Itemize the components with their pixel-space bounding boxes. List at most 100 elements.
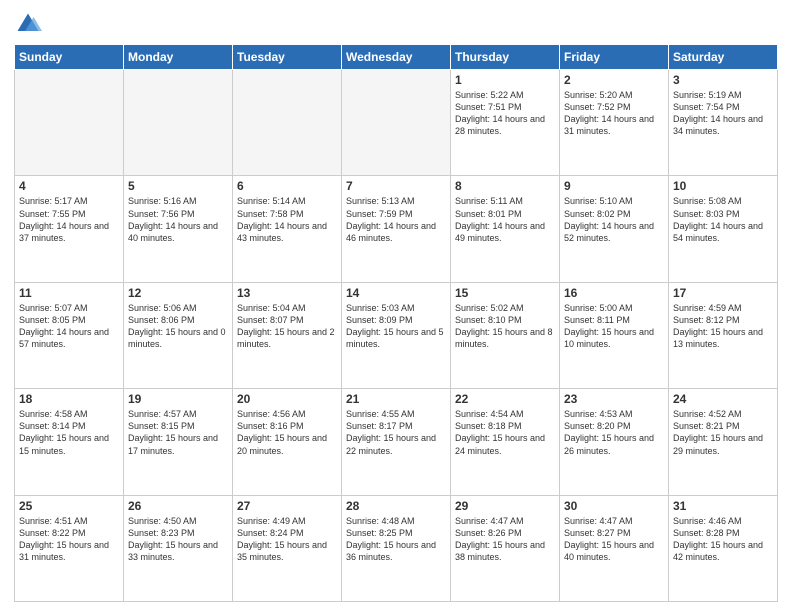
week-row-2: 4 Sunrise: 5:17 AM Sunset: 7:55 PM Daylig… [15,176,778,282]
day-number: 10 [673,179,773,193]
day-cell: 16 Sunrise: 5:00 AM Sunset: 8:11 PM Dayli… [560,282,669,388]
day-info: Sunrise: 5:20 AM Sunset: 7:52 PM Dayligh… [564,89,664,138]
day-info: Sunrise: 5:16 AM Sunset: 7:56 PM Dayligh… [128,195,228,244]
day-number: 9 [564,179,664,193]
page: SundayMondayTuesdayWednesdayThursdayFrid… [0,0,792,612]
day-info: Sunrise: 4:56 AM Sunset: 8:16 PM Dayligh… [237,408,337,457]
day-cell: 4 Sunrise: 5:17 AM Sunset: 7:55 PM Daylig… [15,176,124,282]
day-number: 17 [673,286,773,300]
day-info: Sunrise: 4:55 AM Sunset: 8:17 PM Dayligh… [346,408,446,457]
day-cell [15,70,124,176]
day-cell: 1Sunrise: 5:22 AM Sunset: 7:51 PM Daylig… [451,70,560,176]
day-number: 6 [237,179,337,193]
day-info: Sunrise: 5:14 AM Sunset: 7:58 PM Dayligh… [237,195,337,244]
day-cell: 2 Sunrise: 5:20 AM Sunset: 7:52 PM Daylig… [560,70,669,176]
day-info: Sunrise: 4:46 AM Sunset: 8:28 PM Dayligh… [673,515,773,564]
day-info: Sunrise: 4:50 AM Sunset: 8:23 PM Dayligh… [128,515,228,564]
day-cell: 19 Sunrise: 4:57 AM Sunset: 8:15 PM Dayli… [124,389,233,495]
day-number: 7 [346,179,446,193]
day-number: 8 [455,179,555,193]
day-info: Sunrise: 4:49 AM Sunset: 8:24 PM Dayligh… [237,515,337,564]
day-number: 18 [19,392,119,406]
day-cell: 17 Sunrise: 4:59 AM Sunset: 8:12 PM Dayli… [669,282,778,388]
day-number: 3 [673,73,773,87]
logo [14,10,44,38]
day-number: 4 [19,179,119,193]
day-cell: 8 Sunrise: 5:11 AM Sunset: 8:01 PM Daylig… [451,176,560,282]
calendar-table: SundayMondayTuesdayWednesdayThursdayFrid… [14,44,778,602]
weekday-header-thursday: Thursday [451,45,560,70]
day-number: 30 [564,499,664,513]
day-info: Sunrise: 5:17 AM Sunset: 7:55 PM Dayligh… [19,195,119,244]
day-info: Sunrise: 4:52 AM Sunset: 8:21 PM Dayligh… [673,408,773,457]
week-row-4: 18 Sunrise: 4:58 AM Sunset: 8:14 PM Dayli… [15,389,778,495]
day-info: Sunrise: 4:58 AM Sunset: 8:14 PM Dayligh… [19,408,119,457]
day-info: Sunrise: 4:54 AM Sunset: 8:18 PM Dayligh… [455,408,555,457]
day-cell: 15Sunrise: 5:02 AM Sunset: 8:10 PM Dayli… [451,282,560,388]
day-number: 14 [346,286,446,300]
day-number: 23 [564,392,664,406]
logo-icon [14,10,42,38]
day-number: 5 [128,179,228,193]
day-number: 27 [237,499,337,513]
day-cell: 14 Sunrise: 5:03 AM Sunset: 8:09 PM Dayli… [342,282,451,388]
day-number: 24 [673,392,773,406]
day-info: Sunrise: 5:08 AM Sunset: 8:03 PM Dayligh… [673,195,773,244]
header [14,10,778,38]
day-cell [342,70,451,176]
day-number: 19 [128,392,228,406]
day-number: 2 [564,73,664,87]
day-info: Sunrise: 4:53 AM Sunset: 8:20 PM Dayligh… [564,408,664,457]
day-cell: 25 Sunrise: 4:51 AM Sunset: 8:22 PM Dayli… [15,495,124,601]
day-info: Sunrise: 5:00 AM Sunset: 8:11 PM Dayligh… [564,302,664,351]
weekday-header-tuesday: Tuesday [233,45,342,70]
week-row-5: 25 Sunrise: 4:51 AM Sunset: 8:22 PM Dayli… [15,495,778,601]
day-cell: 20 Sunrise: 4:56 AM Sunset: 8:16 PM Dayli… [233,389,342,495]
day-cell: 31Sunrise: 4:46 AM Sunset: 8:28 PM Dayli… [669,495,778,601]
day-cell: 29Sunrise: 4:47 AM Sunset: 8:26 PM Dayli… [451,495,560,601]
day-info: Sunrise: 4:47 AM Sunset: 8:26 PM Dayligh… [455,515,555,564]
weekday-header-wednesday: Wednesday [342,45,451,70]
day-number: 25 [19,499,119,513]
day-number: 16 [564,286,664,300]
day-info: Sunrise: 5:11 AM Sunset: 8:01 PM Dayligh… [455,195,555,244]
day-info: Sunrise: 5:04 AM Sunset: 8:07 PM Dayligh… [237,302,337,351]
day-cell: 9 Sunrise: 5:10 AM Sunset: 8:02 PM Daylig… [560,176,669,282]
week-row-1: 1Sunrise: 5:22 AM Sunset: 7:51 PM Daylig… [15,70,778,176]
day-info: Sunrise: 5:07 AM Sunset: 8:05 PM Dayligh… [19,302,119,351]
day-cell: 3Sunrise: 5:19 AM Sunset: 7:54 PM Daylig… [669,70,778,176]
day-number: 20 [237,392,337,406]
day-number: 15 [455,286,555,300]
day-info: Sunrise: 5:03 AM Sunset: 8:09 PM Dayligh… [346,302,446,351]
day-cell: 26 Sunrise: 4:50 AM Sunset: 8:23 PM Dayli… [124,495,233,601]
day-number: 11 [19,286,119,300]
week-row-3: 11 Sunrise: 5:07 AM Sunset: 8:05 PM Dayli… [15,282,778,388]
day-cell: 24 Sunrise: 4:52 AM Sunset: 8:21 PM Dayli… [669,389,778,495]
day-info: Sunrise: 5:22 AM Sunset: 7:51 PM Dayligh… [455,89,555,138]
day-cell [124,70,233,176]
day-number: 28 [346,499,446,513]
day-cell: 13 Sunrise: 5:04 AM Sunset: 8:07 PM Dayli… [233,282,342,388]
day-info: Sunrise: 5:06 AM Sunset: 8:06 PM Dayligh… [128,302,228,351]
weekday-header-sunday: Sunday [15,45,124,70]
weekday-header-row: SundayMondayTuesdayWednesdayThursdayFrid… [15,45,778,70]
weekday-header-monday: Monday [124,45,233,70]
day-cell: 7 Sunrise: 5:13 AM Sunset: 7:59 PM Daylig… [342,176,451,282]
day-info: Sunrise: 4:57 AM Sunset: 8:15 PM Dayligh… [128,408,228,457]
day-cell: 5 Sunrise: 5:16 AM Sunset: 7:56 PM Daylig… [124,176,233,282]
day-info: Sunrise: 5:13 AM Sunset: 7:59 PM Dayligh… [346,195,446,244]
day-cell: 27 Sunrise: 4:49 AM Sunset: 8:24 PM Dayli… [233,495,342,601]
day-info: Sunrise: 4:47 AM Sunset: 8:27 PM Dayligh… [564,515,664,564]
day-info: Sunrise: 4:59 AM Sunset: 8:12 PM Dayligh… [673,302,773,351]
day-number: 22 [455,392,555,406]
day-number: 13 [237,286,337,300]
day-cell: 21 Sunrise: 4:55 AM Sunset: 8:17 PM Dayli… [342,389,451,495]
day-cell: 12Sunrise: 5:06 AM Sunset: 8:06 PM Dayli… [124,282,233,388]
day-number: 26 [128,499,228,513]
day-info: Sunrise: 5:10 AM Sunset: 8:02 PM Dayligh… [564,195,664,244]
weekday-header-saturday: Saturday [669,45,778,70]
day-number: 21 [346,392,446,406]
day-cell: 11 Sunrise: 5:07 AM Sunset: 8:05 PM Dayli… [15,282,124,388]
day-info: Sunrise: 4:48 AM Sunset: 8:25 PM Dayligh… [346,515,446,564]
day-info: Sunrise: 4:51 AM Sunset: 8:22 PM Dayligh… [19,515,119,564]
